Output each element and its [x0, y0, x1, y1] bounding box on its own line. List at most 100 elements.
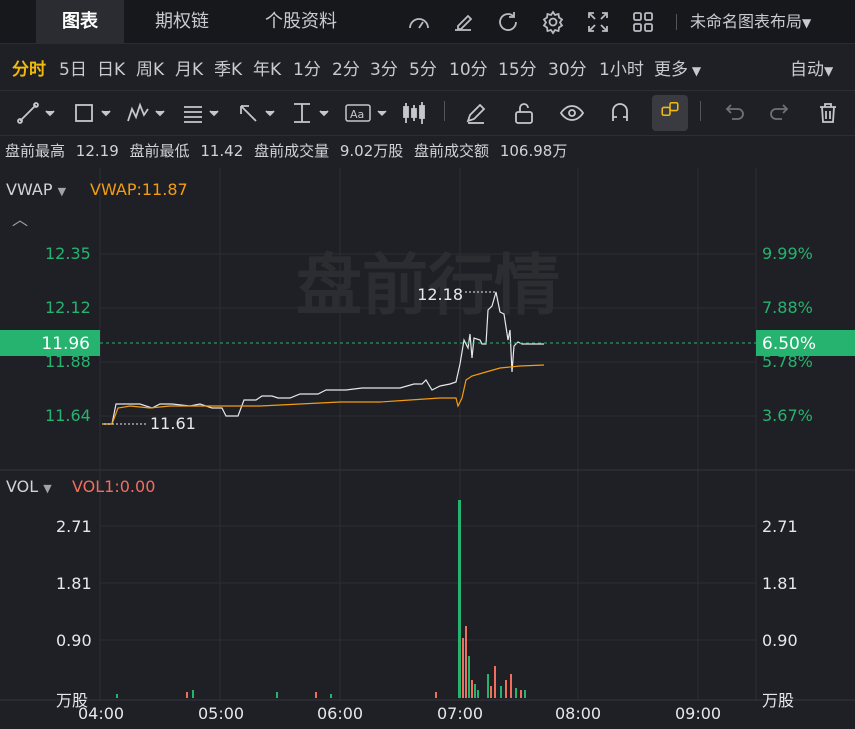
price-tick: 12.35 [45, 244, 91, 263]
pct-tick: 5.78% [762, 352, 813, 371]
period-15min[interactable]: 15分 [498, 55, 537, 80]
period-intraday[interactable]: 分时 [12, 55, 46, 80]
pct-tick: 3.67% [762, 406, 813, 425]
period-day[interactable]: 日K [97, 55, 125, 80]
period-week[interactable]: 周K [136, 55, 164, 80]
vol-unit: 万股 [762, 691, 795, 710]
price-volume-chart[interactable]: 盘前行情 12.18 11.61 11.96 6.50% [0, 168, 855, 729]
high-value: 12.19 [75, 142, 119, 160]
fib-tool[interactable] [180, 99, 224, 127]
volume-bar [500, 686, 502, 698]
vol-tick: 0.90 [56, 631, 92, 650]
time-tick: 08:00 [555, 704, 602, 723]
low-value: 11.42 [200, 142, 244, 160]
period-more[interactable]: 更多 ▼ [654, 55, 701, 80]
arrow-tool[interactable] [236, 99, 280, 127]
unlock-icon[interactable] [510, 99, 538, 127]
time-tick: 04:00 [78, 704, 125, 723]
edit-icon[interactable] [449, 8, 477, 36]
auto-dropdown[interactable]: 自动▼ [790, 55, 833, 80]
volume-value: 9.02万股 [339, 142, 404, 160]
pencil-icon[interactable] [462, 99, 490, 127]
low-label: 盘前最低 [129, 142, 190, 160]
period-quarter[interactable]: 季K [214, 55, 242, 80]
link-toggle[interactable] [652, 95, 688, 131]
tab-stock-profile[interactable]: 个股资料 [246, 0, 356, 44]
period-1min[interactable]: 1分 [293, 55, 321, 80]
vol-tick: 2.71 [56, 517, 92, 536]
vol-indicator-toggle[interactable]: VOL ▼ [6, 477, 52, 496]
volume-bar [468, 656, 470, 698]
fullscreen-icon[interactable] [584, 8, 612, 36]
eye-icon[interactable] [558, 99, 586, 127]
pct-tick: 7.88% [762, 298, 813, 317]
price-tick: 11.64 [45, 406, 91, 425]
gauge-icon[interactable] [405, 8, 433, 36]
amount-value: 106.98万 [499, 142, 568, 160]
tab-chart[interactable]: 图表 [36, 0, 124, 44]
chevron-down-icon: ▼ [688, 64, 702, 78]
refresh-icon[interactable] [494, 8, 522, 36]
pct-tick: 9.99% [762, 244, 813, 263]
period-2min[interactable]: 2分 [332, 55, 360, 80]
price-tick: 11.88 [45, 352, 91, 371]
vol-tick: 1.81 [56, 574, 92, 593]
time-tick: 09:00 [675, 704, 722, 723]
price-tick: 12.12 [45, 298, 91, 317]
rectangle-tool[interactable] [72, 99, 116, 127]
period-month[interactable]: 月K [175, 55, 203, 80]
divider [444, 101, 445, 121]
period-bar: 分时 5日 日K 周K 月K 季K 年K 1分 2分 3分 5分 10分 15分… [0, 44, 855, 90]
volume-bars [116, 500, 526, 698]
measure-tool[interactable] [290, 99, 334, 127]
trendline-tool[interactable] [16, 99, 60, 127]
volume-bar [505, 680, 507, 698]
volume-bar [458, 500, 461, 698]
grid-layout-icon[interactable] [629, 8, 657, 36]
time-tick: 06:00 [317, 704, 364, 723]
trough-label: 11.61 [150, 414, 196, 433]
period-1hour[interactable]: 1小时 [599, 55, 644, 80]
volume-bar [330, 694, 332, 698]
amount-label: 盘前成交额 [414, 142, 490, 160]
volume-bar [494, 666, 496, 698]
pattern-tool[interactable] [126, 99, 170, 127]
text-tool[interactable]: Aa [344, 99, 394, 127]
period-10min[interactable]: 10分 [449, 55, 488, 80]
period-3min[interactable]: 3分 [370, 55, 398, 80]
period-year[interactable]: 年K [253, 55, 281, 80]
chevron-down-icon: ▼ [43, 482, 52, 495]
candle-tool[interactable] [400, 99, 428, 127]
chevron-down-icon: ▼ [57, 185, 67, 198]
volume-bar [116, 694, 118, 698]
collapse-icon[interactable]: ︿ [12, 206, 28, 230]
vol-tick: 0.90 [762, 631, 798, 650]
volume-bar [462, 638, 464, 698]
current-pct-value: 6.50% [762, 334, 816, 354]
settings-icon[interactable] [539, 8, 567, 36]
redo-icon[interactable] [766, 99, 794, 127]
vol-tick: 1.81 [762, 574, 798, 593]
vwap-name: VWAP [6, 180, 53, 199]
volume-bar [490, 686, 492, 698]
volume-bar [524, 690, 526, 698]
volume-bar [315, 692, 317, 698]
trash-icon[interactable] [814, 99, 842, 127]
volume-bar [465, 626, 467, 698]
volume-bar [192, 690, 194, 698]
auto-label: 自动 [790, 60, 824, 80]
undo-icon[interactable] [720, 99, 748, 127]
high-label: 盘前最高 [5, 142, 66, 160]
period-30min[interactable]: 30分 [548, 55, 587, 80]
tab-options-chain[interactable]: 期权链 [136, 0, 228, 44]
current-price-value: 11.96 [41, 334, 90, 354]
divider [700, 101, 701, 121]
layout-dropdown[interactable]: 未命名图表布局▼ [690, 0, 855, 44]
period-5min[interactable]: 5分 [409, 55, 437, 80]
magnet-icon[interactable] [606, 99, 634, 127]
vwap-indicator-toggle[interactable]: VWAP ▼ [6, 180, 66, 199]
period-5day[interactable]: 5日 [59, 55, 87, 80]
volume-bar [477, 690, 479, 698]
vol-name: VOL [6, 477, 39, 496]
volume-bar [474, 684, 476, 698]
